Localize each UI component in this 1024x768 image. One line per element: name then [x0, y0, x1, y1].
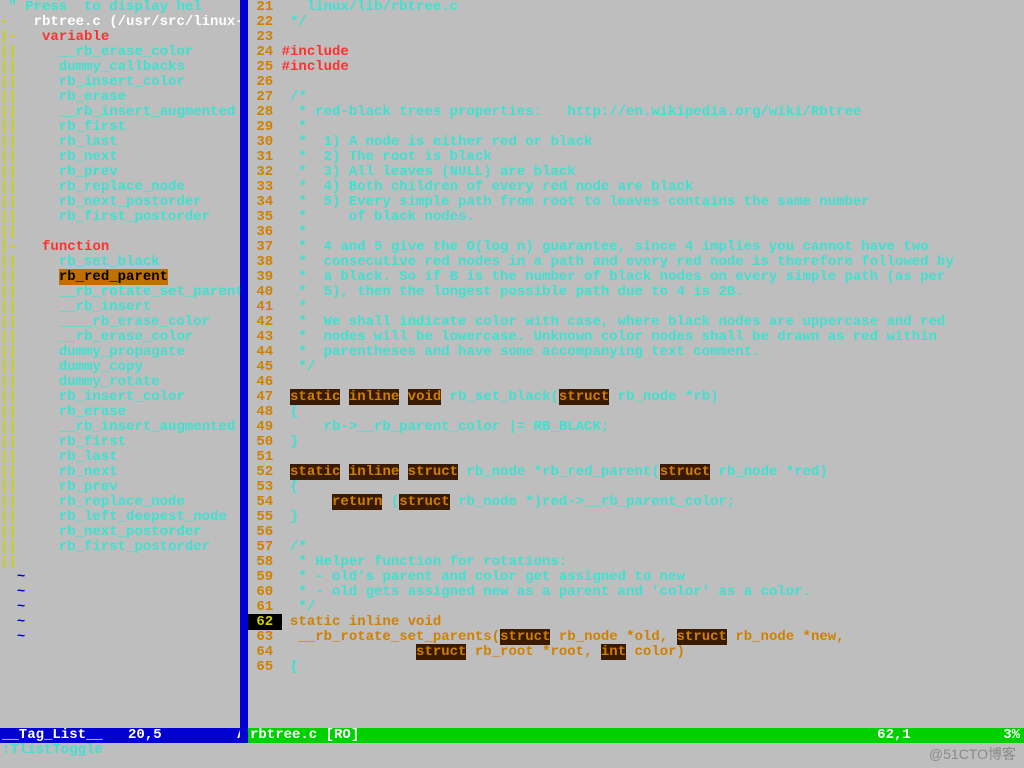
code-line[interactable]: 51: [248, 450, 1024, 465]
code-line[interactable]: 63 __rb_rotate_set_parents(struct rb_nod…: [248, 630, 1024, 645]
code-line[interactable]: 45 */: [248, 360, 1024, 375]
code-line[interactable]: 52 static inline struct rb_node *rb_red_…: [248, 465, 1024, 480]
code-line[interactable]: 33 * 4) Both children of every red node …: [248, 180, 1024, 195]
code-line[interactable]: 22 */: [248, 15, 1024, 30]
code-line[interactable]: 57 /*: [248, 540, 1024, 555]
code-line[interactable]: 64 struct rb_root *root, int color): [248, 645, 1024, 660]
code-line[interactable]: 54 return (struct rb_node *)red->__rb_pa…: [248, 495, 1024, 510]
code-line[interactable]: 40 * 5), then the longest possible path …: [248, 285, 1024, 300]
code-line[interactable]: 34 * 5) Every simple path from root to l…: [248, 195, 1024, 210]
code-line[interactable]: 58 * Helper function for rotations:: [248, 555, 1024, 570]
code-line[interactable]: 38 * consecutive red nodes in a path and…: [248, 255, 1024, 270]
status-filename: rbtree.c [RO]: [250, 728, 359, 743]
code-line[interactable]: 30 * 1) A node is either red or black: [248, 135, 1024, 150]
code-line[interactable]: 29 *: [248, 120, 1024, 135]
code-line[interactable]: 65 {: [248, 660, 1024, 675]
code-line[interactable]: 50 }: [248, 435, 1024, 450]
code-line[interactable]: 28 * red-black trees properties: http://…: [248, 105, 1024, 120]
code-line[interactable]: 53 {: [248, 480, 1024, 495]
code-line[interactable]: 24 #include: [248, 45, 1024, 60]
code-line[interactable]: 31 * 2) The root is black: [248, 150, 1024, 165]
code-line[interactable]: 42 * We shall indicate color with case, …: [248, 315, 1024, 330]
status-separator: [240, 728, 248, 743]
code-line[interactable]: 26: [248, 75, 1024, 90]
code-line[interactable]: 32 * 3) All leaves (NULL) are black: [248, 165, 1024, 180]
code-line[interactable]: 55 }: [248, 510, 1024, 525]
status-position: 62,1 3%: [877, 728, 1020, 743]
code-line[interactable]: 49 rb->__rb_parent_color |= RB_BLACK;: [248, 420, 1024, 435]
code-line[interactable]: 43 * nodes will be lowercase. Unknown co…: [248, 330, 1024, 345]
code-line[interactable]: 61 */: [248, 600, 1024, 615]
command-line[interactable]: :TlistToggle: [0, 743, 1024, 758]
code-line[interactable]: 44 * parentheses and have some accompany…: [248, 345, 1024, 360]
code-pane[interactable]: 21 linux/lib/rbtree.c 22 */ 23 24 #inclu…: [248, 0, 1024, 728]
code-line[interactable]: 37 * 4 and 5 give the O(log n) guarantee…: [248, 240, 1024, 255]
code-line[interactable]: 25 #include: [248, 60, 1024, 75]
code-line[interactable]: 23: [248, 30, 1024, 45]
code-line[interactable]: 59 * - old's parent and color get assign…: [248, 570, 1024, 585]
vertical-split[interactable]: [240, 0, 248, 728]
code-line[interactable]: 35 * of black nodes.: [248, 210, 1024, 225]
status-taglist: __Tag_List__ 20,5 All: [0, 728, 240, 743]
code-line[interactable]: 41 *: [248, 300, 1024, 315]
code-line[interactable]: 62 static inline void: [248, 615, 1024, 630]
code-line[interactable]: 46: [248, 375, 1024, 390]
code-line[interactable]: 56: [248, 525, 1024, 540]
taglist-pane[interactable]: " Press to display hel- rbtree.c (/usr/s…: [0, 0, 240, 728]
code-line[interactable]: 36 *: [248, 225, 1024, 240]
code-line[interactable]: 48 {: [248, 405, 1024, 420]
code-line[interactable]: 21 linux/lib/rbtree.c: [248, 0, 1024, 15]
status-code: rbtree.c [RO] 62,1 3%: [248, 728, 1024, 743]
code-line[interactable]: 47 static inline void rb_set_black(struc…: [248, 390, 1024, 405]
code-line[interactable]: 60 * - old gets assigned new as a parent…: [248, 585, 1024, 600]
watermark: @51CTO博客: [929, 744, 1016, 764]
code-line[interactable]: 27 /*: [248, 90, 1024, 105]
code-line[interactable]: 39 * a black. So if B is the number of b…: [248, 270, 1024, 285]
